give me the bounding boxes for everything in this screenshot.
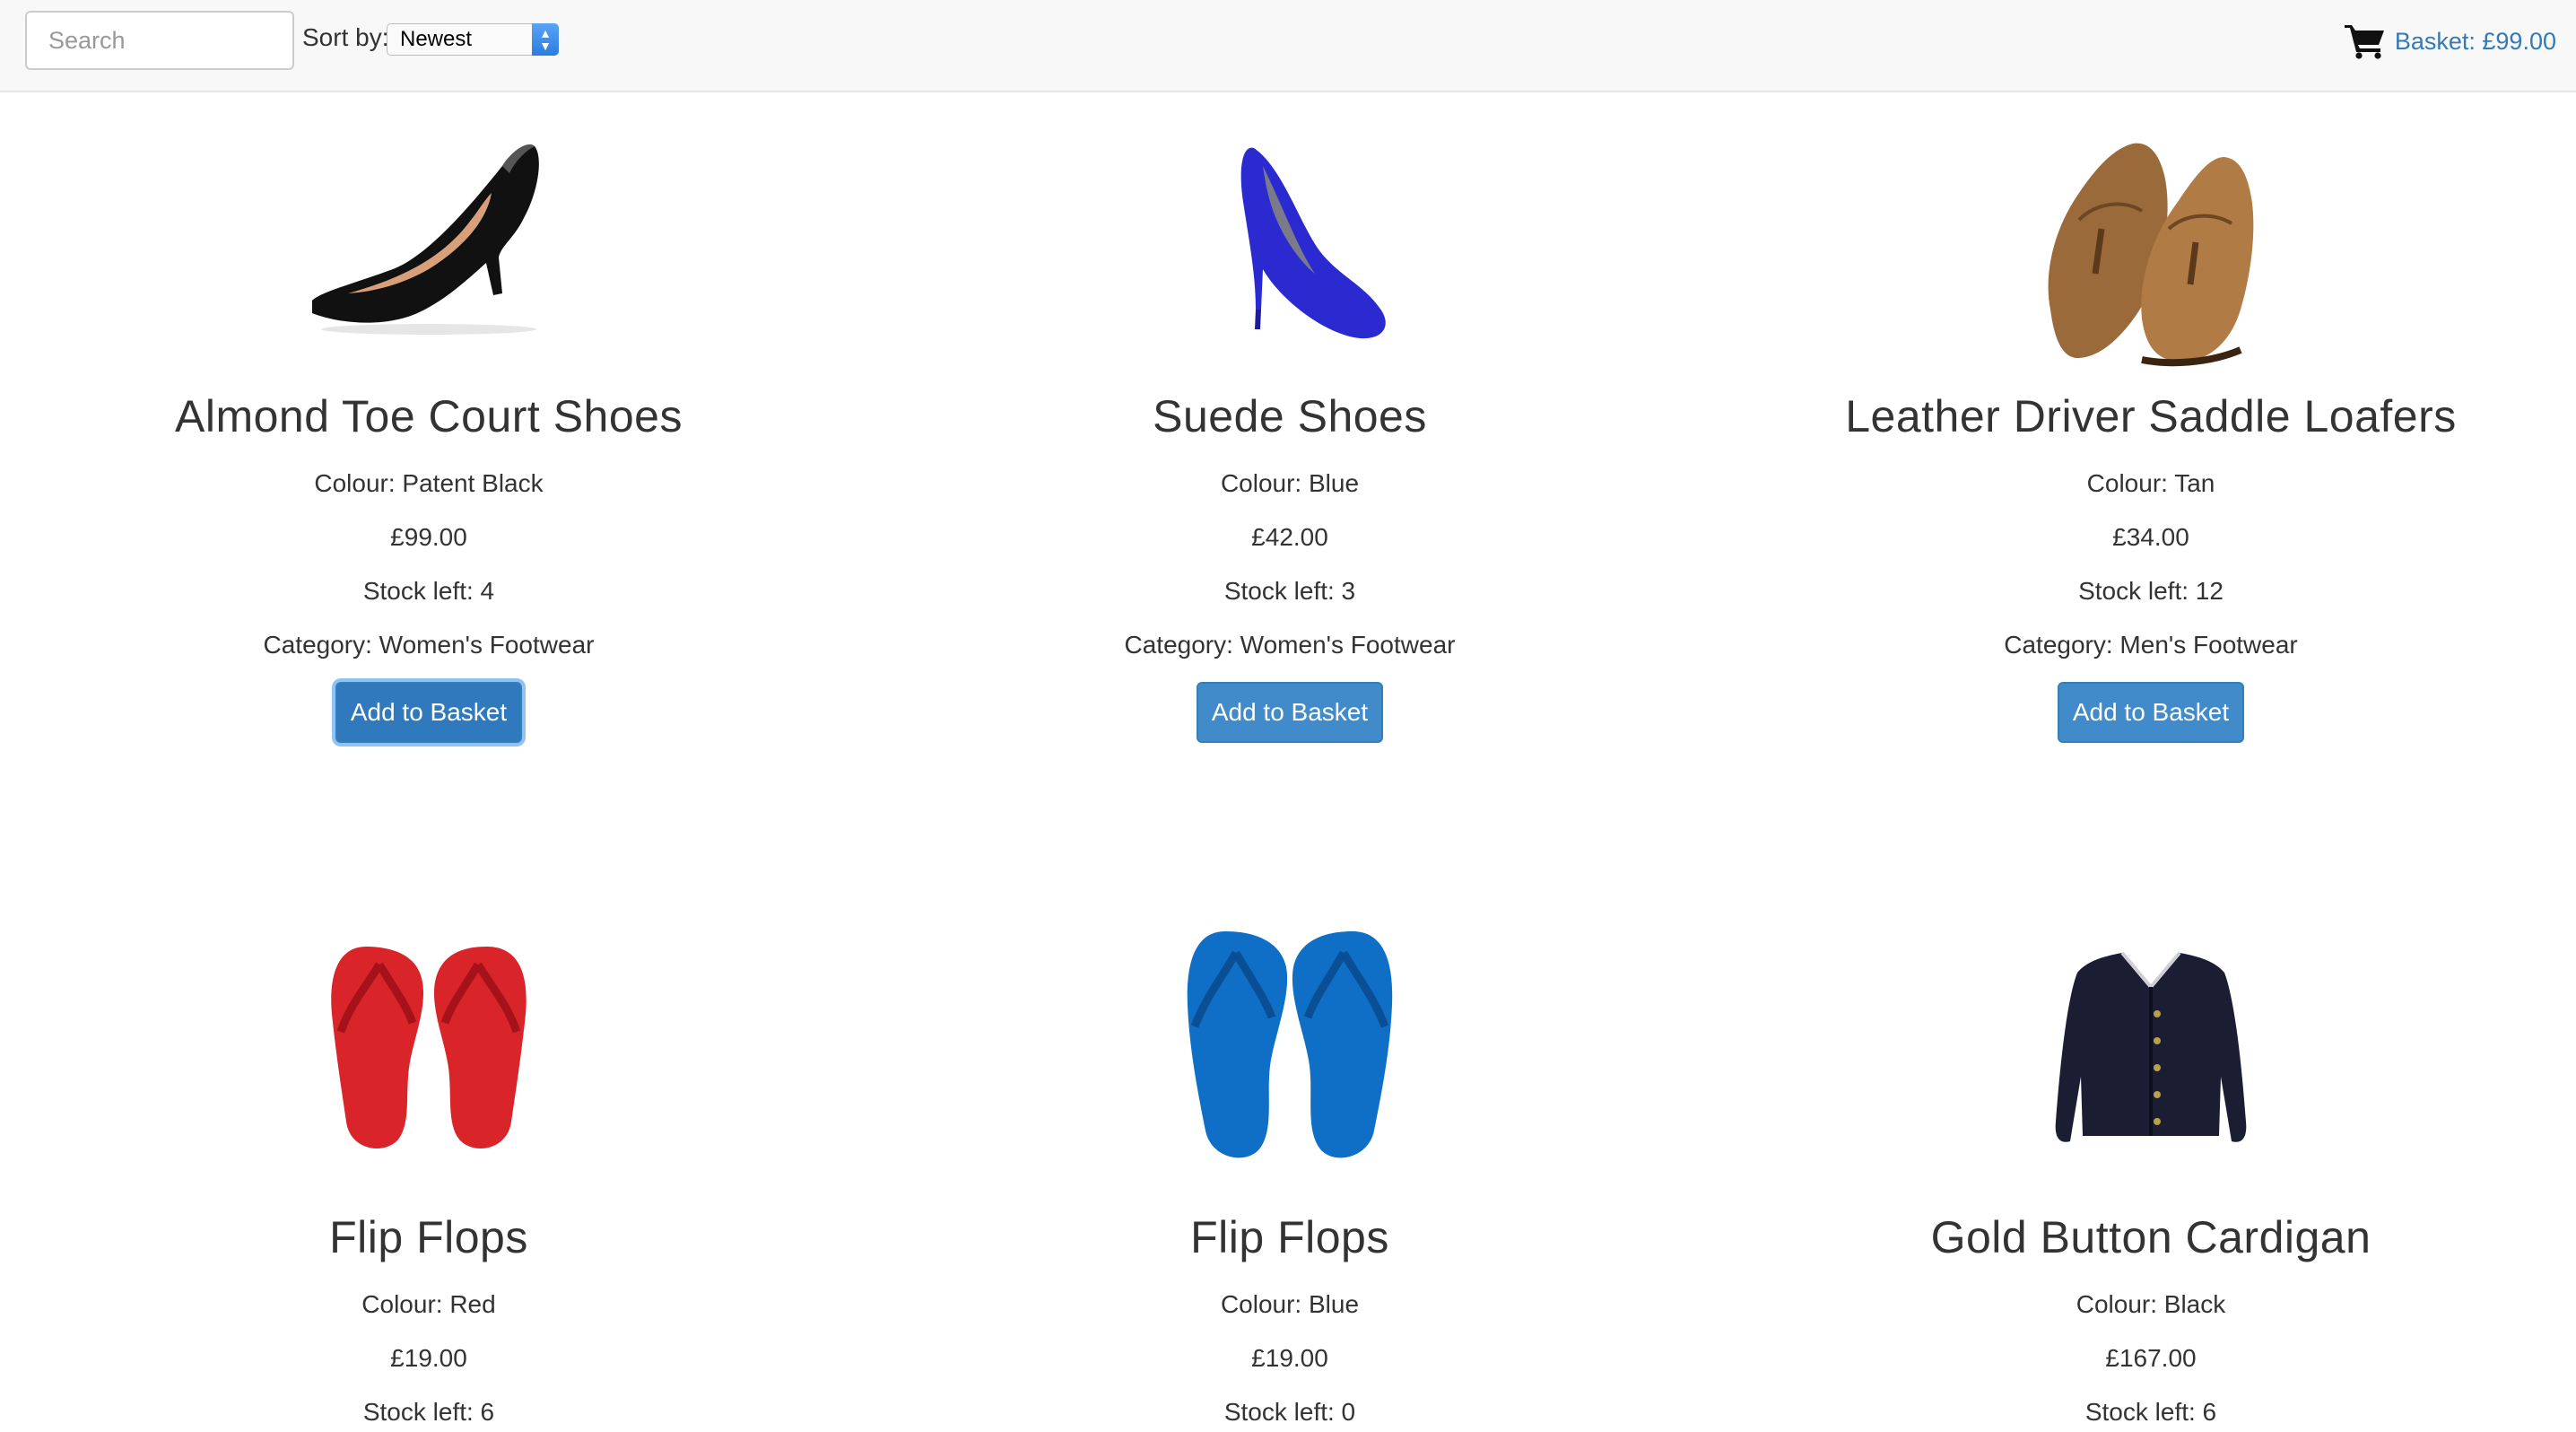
product-price: £19.00 bbox=[390, 1344, 467, 1372]
select-arrows-icon: ▲ ▼ bbox=[532, 23, 559, 56]
shopping-cart-icon bbox=[2344, 25, 2384, 59]
product-stock: Stock left: 6 bbox=[362, 1398, 495, 1426]
product-price: £19.00 bbox=[1251, 1344, 1328, 1372]
product-name: Leather Driver Saddle Loafers bbox=[1845, 391, 2457, 441]
product-name: Gold Button Cardigan bbox=[1930, 1212, 2371, 1262]
sort-label: Sort by: bbox=[302, 23, 389, 51]
add-to-basket-button[interactable]: Add to Basket bbox=[2058, 682, 2244, 743]
product-category: Category: Women's Footwear bbox=[263, 631, 595, 659]
product-colour: Colour: Blue bbox=[1220, 469, 1360, 497]
product-price: £34.00 bbox=[2112, 523, 2189, 551]
product-colour: Colour: Blue bbox=[1220, 1290, 1360, 1318]
blue-flip-flops-icon bbox=[1187, 931, 1393, 1158]
product-name: Flip Flops bbox=[1190, 1212, 1389, 1262]
product-stock: Stock left: 6 bbox=[2084, 1398, 2217, 1426]
product-image bbox=[2016, 915, 2285, 1193]
product-price: £42.00 bbox=[1251, 523, 1328, 551]
product-stock: Stock left: 0 bbox=[1223, 1398, 1356, 1426]
product-name: Flip Flops bbox=[329, 1212, 528, 1262]
basket-total: Basket: £99.00 bbox=[2394, 27, 2556, 55]
add-to-basket-button[interactable]: Add to Basket bbox=[1197, 682, 1383, 743]
product-name: Almond Toe Court Shoes bbox=[175, 391, 683, 441]
product-image bbox=[1155, 915, 1424, 1193]
product-stock: Stock left: 4 bbox=[362, 577, 495, 605]
search-input[interactable] bbox=[25, 11, 294, 70]
product-stock: Stock left: 12 bbox=[2078, 577, 2224, 605]
product-colour: Colour: Red bbox=[361, 1290, 496, 1318]
product-image bbox=[2016, 94, 2285, 372]
tan-loafers-icon bbox=[2048, 143, 2254, 367]
product-image bbox=[294, 94, 563, 372]
black-cardigan-icon bbox=[2055, 951, 2247, 1142]
product-image bbox=[1155, 94, 1424, 372]
product-colour: Colour: Tan bbox=[2086, 469, 2215, 497]
sort-selected-value: Newest bbox=[400, 27, 473, 51]
product-name: Suede Shoes bbox=[1153, 391, 1427, 441]
red-flip-flops-icon bbox=[331, 947, 527, 1149]
product-price: £167.00 bbox=[2105, 1344, 2197, 1372]
product-image bbox=[294, 915, 563, 1193]
black-court-shoe-icon bbox=[312, 144, 539, 335]
product-colour: Colour: Patent Black bbox=[314, 469, 544, 497]
product-stock: Stock left: 3 bbox=[1223, 577, 1356, 605]
top-navbar: Sort by: Newest ▲▼ Basket: £99.00 bbox=[0, 0, 2576, 92]
add-to-basket-button[interactable]: Add to Basket bbox=[335, 682, 522, 743]
product-category: Category: Men's Footwear bbox=[2004, 631, 2298, 659]
blue-suede-heel-icon bbox=[1240, 147, 1386, 339]
product-colour: Colour: Black bbox=[2076, 1290, 2226, 1318]
product-category: Category: Women's Footwear bbox=[1124, 631, 1456, 659]
sort-select[interactable]: Newest ▲ ▼ bbox=[387, 23, 559, 56]
basket-link[interactable]: Basket: £99.00 bbox=[2344, 23, 2556, 59]
product-price: £99.00 bbox=[390, 523, 467, 551]
